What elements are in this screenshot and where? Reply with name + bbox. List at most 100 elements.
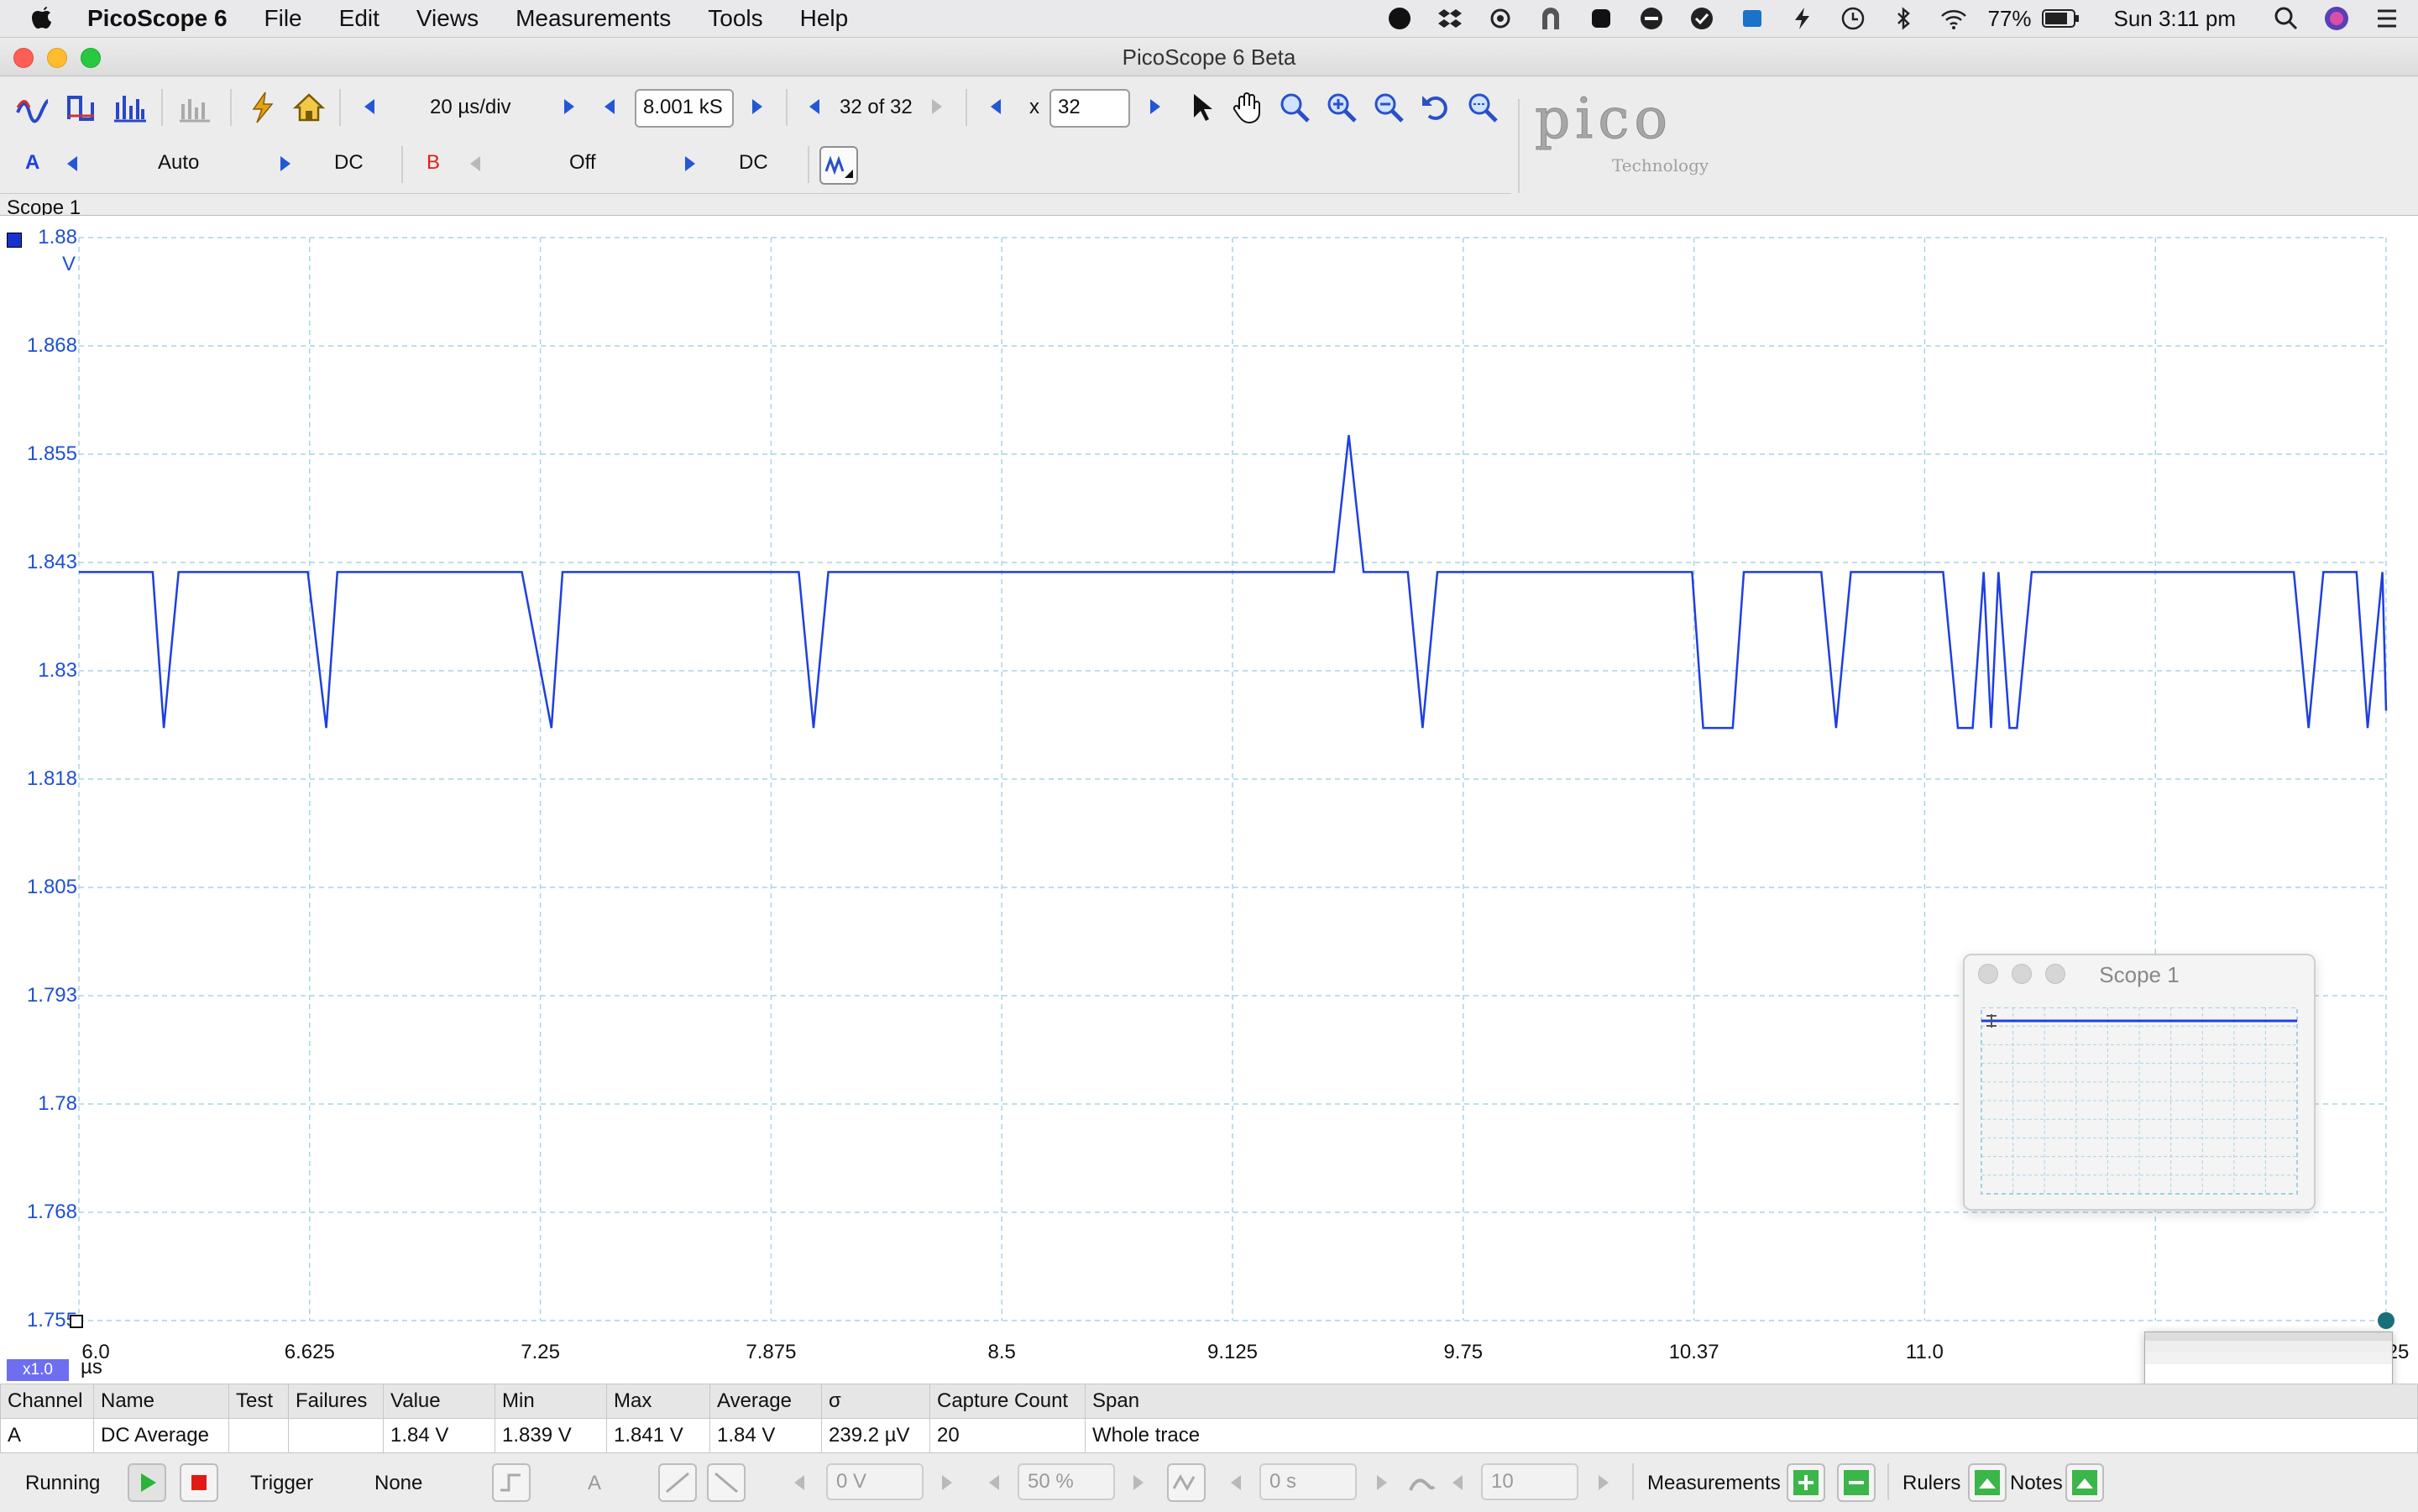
spectrum-mode-icon[interactable] [113,91,146,124]
menu-measurements[interactable]: Measurements [497,5,689,32]
buffer-position[interactable]: 32 of 32 [840,96,913,119]
pretrigger-increase-button[interactable] [1133,1475,1144,1490]
wifi-icon[interactable] [1939,4,1968,33]
delay-field[interactable]: 0 s [1259,1463,1357,1500]
samples-increase-button[interactable] [752,99,762,114]
menu-tools[interactable]: Tools [689,5,781,32]
ruler-handle-icon[interactable] [70,1315,83,1328]
channel-a-range-decrease-button[interactable] [67,156,77,171]
clock[interactable]: Sun 3:11 pm [2113,6,2236,32]
column-header-max[interactable]: Max [606,1384,710,1419]
battery-icon[interactable] [2042,4,2080,33]
bolt-icon[interactable] [1788,4,1817,33]
apple-icon[interactable] [30,4,55,33]
cloud-gear-icon[interactable] [1486,4,1515,33]
trigger-delay-button[interactable] [1167,1463,1206,1502]
zoom-to-fit-icon[interactable] [1466,91,1499,124]
channel-a-range[interactable]: Auto [158,151,199,175]
column-header-name[interactable]: Name [93,1384,229,1419]
zoom-window-button[interactable] [81,48,101,68]
siri-icon[interactable] [2322,4,2351,33]
buffer-previous-button[interactable] [809,99,819,114]
column-header-average[interactable]: Average [709,1384,822,1419]
drop-icon[interactable] [1385,4,1414,33]
channel-b-coupling[interactable]: DC [739,151,768,175]
count-increase-button[interactable] [1599,1475,1609,1490]
threshold-decrease-button[interactable] [794,1475,804,1490]
add-measurement-button[interactable] [1787,1463,1825,1502]
rulers-toggle-button[interactable] [1968,1463,2007,1502]
trigger-edge-button[interactable] [492,1463,531,1502]
table-row[interactable]: A DC Average 1.84 V 1.839 V 1.841 V 1.84… [0,1418,2418,1453]
dropbox-icon[interactable] [1436,4,1464,33]
count-decrease-button[interactable] [1452,1475,1463,1490]
close-window-button[interactable] [13,48,34,68]
overview-plot[interactable] [1980,1007,2299,1195]
column-header-channel[interactable]: Channel [0,1384,94,1419]
elephant-icon[interactable] [1587,4,1615,33]
pretrigger-decrease-button[interactable] [989,1475,999,1490]
timebase-decrease-button[interactable] [364,99,374,114]
trigger-rising-button[interactable] [658,1463,697,1502]
channel-b-range[interactable]: Off [569,151,596,175]
threshold-increase-button[interactable] [942,1475,952,1490]
zoom-out-icon[interactable] [1372,91,1405,124]
channel-options-button[interactable] [819,146,858,185]
arch-icon[interactable] [1536,4,1565,33]
samples-decrease-button[interactable] [604,99,615,114]
remove-measurement-button[interactable] [1837,1463,1876,1502]
hand-tool-icon[interactable] [1231,91,1264,124]
zoom-overview-window[interactable]: Scope 1 [1963,954,2316,1211]
scope-mode-icon[interactable] [15,91,49,124]
menu-edit[interactable]: Edit [321,5,398,32]
home-icon[interactable] [292,91,326,124]
start-button[interactable] [128,1463,166,1502]
zoom-increase-button[interactable] [1150,99,1160,114]
undo-zoom-icon[interactable] [1419,91,1452,124]
app-menu[interactable]: PicoScope 6 [67,5,246,32]
menu-file[interactable]: File [246,5,321,32]
count-field[interactable]: 10 [1481,1463,1578,1500]
scroll-handle-icon[interactable] [2378,1312,2394,1329]
column-header-capture-count[interactable]: Capture Count [929,1384,1086,1419]
column-header-test[interactable]: Test [228,1384,289,1419]
trigger-channel[interactable]: A [588,1472,601,1495]
pointer-tool-icon[interactable] [1185,91,1219,124]
check-circle-icon[interactable] [1688,4,1716,33]
column-header-failures[interactable]: Failures [288,1384,384,1419]
menu-views[interactable]: Views [398,5,497,32]
notes-toggle-button[interactable] [2065,1463,2104,1502]
serial-decode-icon[interactable] [178,91,212,124]
minimize-window-button[interactable] [47,48,67,68]
signal-generator-icon[interactable] [245,91,279,124]
delay-increase-button[interactable] [1377,1475,1387,1490]
stop-button[interactable] [180,1463,218,1502]
channel-a-coupling[interactable]: DC [334,151,364,175]
trigger-mode[interactable]: None [374,1472,422,1495]
persistence-mode-icon[interactable] [65,91,99,124]
samples-field[interactable]: 8.001 kS [635,89,734,128]
bluetooth-icon[interactable] [1889,4,1918,33]
zoom-field[interactable]: 32 [1049,89,1130,128]
channel-b-label[interactable]: B [427,151,440,175]
threshold-field[interactable]: 0 V [826,1463,924,1500]
channel-a-label[interactable]: A [25,151,39,175]
minus-circle-icon[interactable] [1637,4,1666,33]
zoom-decrease-button[interactable] [991,99,1001,114]
column-header-sigma[interactable]: σ [821,1384,930,1419]
menu-help[interactable]: Help [782,5,867,32]
time-machine-icon[interactable] [1839,4,1867,33]
box-icon[interactable] [1738,4,1766,33]
trigger-falling-button[interactable] [707,1463,746,1502]
pretrigger-field[interactable]: 50 % [1018,1463,1115,1500]
zoom-area-icon[interactable] [1278,91,1311,124]
delay-decrease-button[interactable] [1231,1475,1241,1490]
buffer-next-button[interactable] [932,99,942,114]
timebase-value[interactable]: 20 µs/div [430,96,511,119]
channel-b-range-decrease-button[interactable] [470,156,480,171]
notification-center-icon[interactable] [2373,4,2401,33]
column-header-min[interactable]: Min [495,1384,607,1419]
column-header-span[interactable]: Span [1085,1384,2418,1419]
search-icon[interactable] [2272,4,2300,33]
channel-a-range-increase-button[interactable] [280,156,290,171]
